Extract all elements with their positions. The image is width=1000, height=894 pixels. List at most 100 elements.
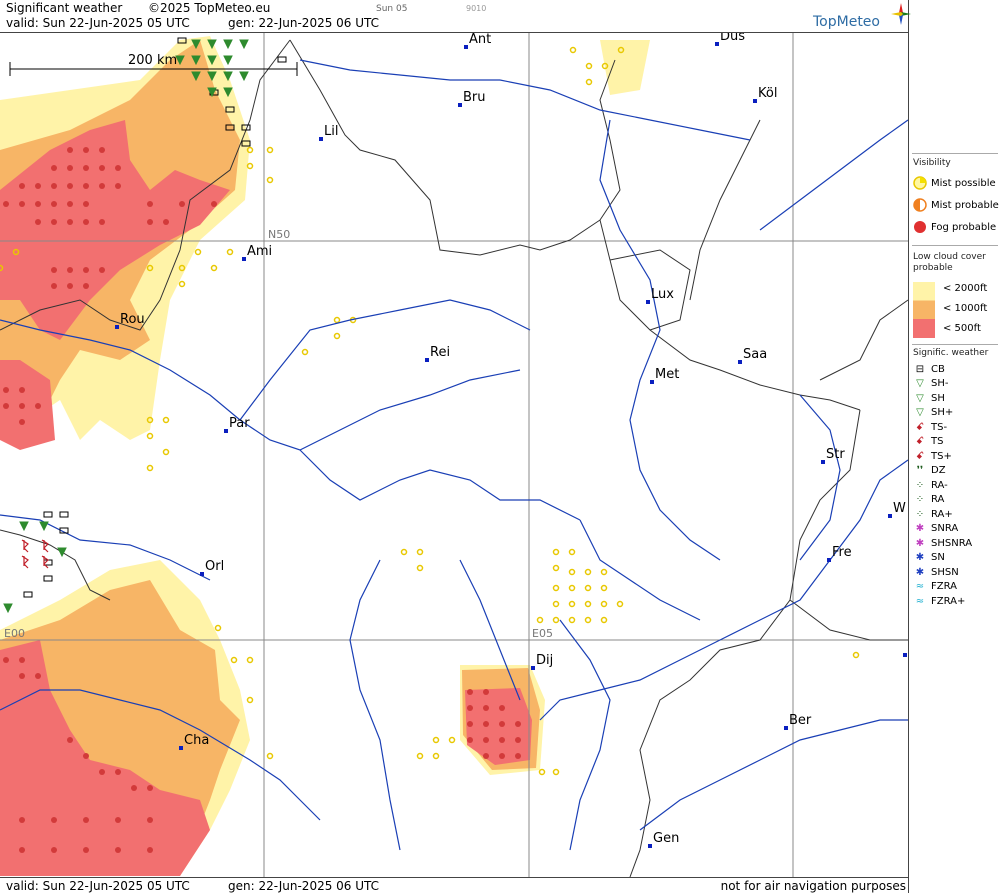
city-cha[interactable]: Cha xyxy=(179,733,209,750)
city-par[interactable]: Par xyxy=(224,416,250,433)
legend-weather-snra: ✱ SNRA xyxy=(913,522,958,536)
city-lux[interactable]: Lux xyxy=(646,287,674,304)
legend-weather-label: RA xyxy=(931,494,945,505)
legend-weather-sh-: ▽ SH- xyxy=(913,377,948,391)
mist-possible-icon xyxy=(913,176,927,190)
thunder-icon: ꗃ xyxy=(916,436,924,447)
city-marker-icon xyxy=(648,844,652,848)
lon-label-e00: E00 xyxy=(4,627,25,640)
city-düs[interactable]: Düs xyxy=(715,33,745,46)
city-marker-icon xyxy=(753,99,757,103)
mist-probable-icon xyxy=(913,198,927,212)
legend-cloud-1000: < 1000ft xyxy=(939,300,987,316)
legend-fog-probable: Fog probable xyxy=(913,219,996,235)
legend-weather-dz: ❜❜ DZ xyxy=(913,464,946,478)
tab-code[interactable]: 9010 xyxy=(466,4,486,13)
city-marker-icon xyxy=(888,514,892,518)
legend-weather-label: SHSNRA xyxy=(931,537,973,549)
city-met[interactable]: Met xyxy=(650,367,679,384)
legend-weather-shsnra: ✱ SHSNRA xyxy=(913,536,972,550)
city-gen[interactable]: Gen xyxy=(648,831,679,848)
shower-heavy-icon: ▽ xyxy=(916,407,924,418)
low-cloud-500ft-area xyxy=(0,120,532,876)
city-label: Dij xyxy=(536,653,553,668)
city-rou[interactable]: Rou xyxy=(115,312,145,329)
legend-weather-label: SNRA xyxy=(931,523,959,534)
city-köl[interactable]: Köl xyxy=(753,86,777,103)
legend-weather-label: FZRA+ xyxy=(931,595,966,607)
map-area[interactable]: 200 km N50 E00 E05 Ant Düs Bru Köl Lil Ami Rou… xyxy=(0,33,908,877)
shower-icon: ▽ xyxy=(916,392,924,404)
drizzle-icon: ❜❜ xyxy=(916,465,924,476)
legend-cloud-2000: < 2000ft xyxy=(939,280,987,296)
city-saa[interactable]: Saa xyxy=(738,347,767,364)
city-fre[interactable]: Fre xyxy=(827,545,852,562)
city-label: Düs xyxy=(720,33,745,44)
city-ant[interactable]: Ant xyxy=(464,33,491,49)
city-label: Saa xyxy=(743,347,767,362)
legend-weather-label: RA- xyxy=(931,479,948,491)
tab-sun[interactable]: Sun 05 xyxy=(376,4,407,14)
city-label: Ant xyxy=(469,33,491,47)
legend-weather-label: SN xyxy=(931,552,945,563)
thunder-light-icon: ꗃ xyxy=(916,421,924,433)
legend-cloud-title: Low cloud cover xyxy=(913,252,986,262)
rain-heavy-icon: ⁘ xyxy=(915,508,925,520)
legend-weather-cb: ⊟ CB xyxy=(913,362,945,376)
freezing-rain-icon: ≈ xyxy=(915,581,925,592)
map-svg: 200 km N50 E00 E05 Ant Düs Bru Köl Lil Ami Rou… xyxy=(0,33,908,877)
copyright: ©2025 TopMeteo.eu xyxy=(148,1,271,15)
legend-weather-sh-: ▽ SH+ xyxy=(913,406,953,420)
footer-bar: valid: Sun 22-Jun-2025 05 UTC gen: 22-Ju… xyxy=(0,877,908,894)
city-bru[interactable]: Bru xyxy=(458,90,486,107)
city-label: Fre xyxy=(832,545,852,560)
compass-logo-icon xyxy=(891,3,911,25)
lon-label-e05: E05 xyxy=(532,627,553,640)
city-label: Lux xyxy=(651,287,674,302)
city-marker-icon xyxy=(903,653,907,657)
footer-gen-time: gen: 22-Jun-2025 06 UTC xyxy=(228,879,380,893)
city-marker-icon xyxy=(827,558,831,562)
city-orl[interactable]: Orl xyxy=(200,559,224,576)
city-marker-icon xyxy=(650,380,654,384)
city-ami[interactable]: Ami xyxy=(242,244,272,261)
legend-weather-label: TS+ xyxy=(931,450,952,462)
city-label: Met xyxy=(655,367,679,382)
rain-icon: ⁘ xyxy=(915,494,925,505)
legend-weather-label: RA+ xyxy=(931,508,953,520)
city-label: Lil xyxy=(324,124,338,139)
city-label: Ami xyxy=(247,244,272,259)
city-marker-icon xyxy=(115,325,119,329)
legend-mist-probable-label: Mist probable xyxy=(931,199,999,211)
map-title: Significant weather xyxy=(6,1,123,15)
city-lil[interactable]: Lil xyxy=(319,124,338,141)
snow-icon: ✱ xyxy=(915,552,925,563)
city-label: W xyxy=(893,501,906,516)
legend-weather-label: SHSN xyxy=(931,566,959,578)
thunder-symbols xyxy=(21,539,49,569)
legend-weather-ra-: ⁘ RA- xyxy=(913,478,948,492)
city-str[interactable]: Str xyxy=(821,447,845,464)
city-marker-icon xyxy=(646,300,650,304)
snow-rain-shower-icon: ✱ xyxy=(915,537,925,549)
legend-weather-fzra-: ≈ FZRA+ xyxy=(913,594,966,608)
valid-time: valid: Sun 22-Jun-2025 05 UTC xyxy=(6,16,190,30)
city-ber[interactable]: Ber xyxy=(784,713,812,730)
legend-weather-label: TS- xyxy=(931,421,948,433)
city-rei[interactable]: Rei xyxy=(425,345,450,362)
scale-bar-label: 200 km xyxy=(128,53,177,68)
city-label: Rei xyxy=(430,345,450,360)
legend-weather-label: SH xyxy=(931,392,945,404)
legend-weather-ts-: ꗃ TS+ xyxy=(913,449,952,463)
legend-weather-title: Signific. weather xyxy=(913,348,989,358)
city-w[interactable]: W xyxy=(888,501,906,518)
legend-cloud-500-label: < 500ft xyxy=(943,322,981,334)
city-dij[interactable]: Dij xyxy=(531,653,553,670)
header-bar: Significant weather ©2025 TopMeteo.eu Su… xyxy=(0,0,908,33)
city-label: Ber xyxy=(789,713,812,728)
cloud-color-swatch xyxy=(913,282,935,338)
freezing-rain-heavy-icon: ≈ xyxy=(915,595,925,607)
legend-weather-label: TS xyxy=(931,436,944,447)
city-label: Par xyxy=(229,416,250,431)
city-marker-icon xyxy=(821,460,825,464)
